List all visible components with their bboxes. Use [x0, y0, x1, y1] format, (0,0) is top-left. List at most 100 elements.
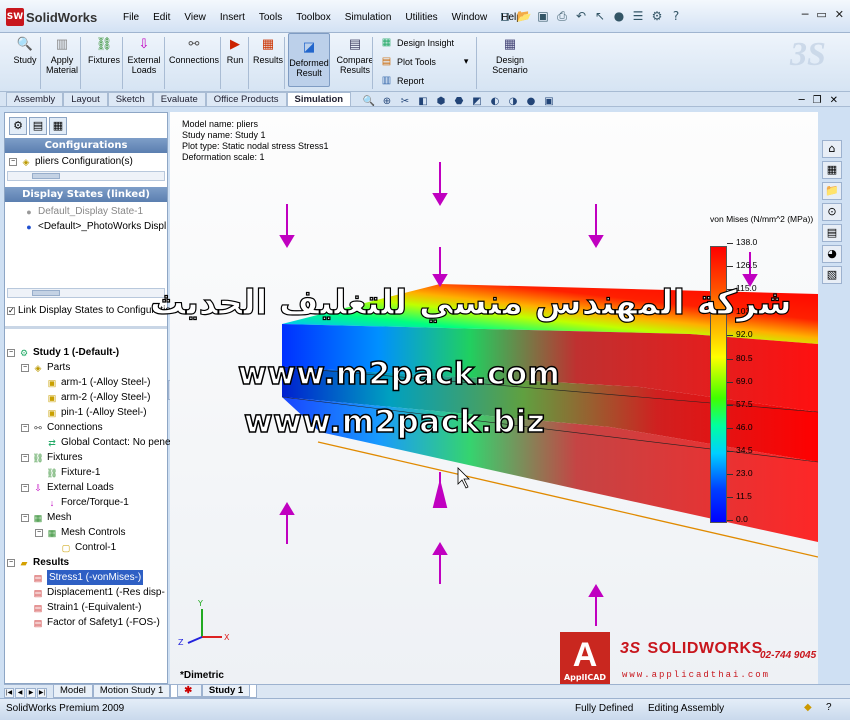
edit-appearance-icon[interactable]: ◐ — [488, 95, 502, 109]
feature-tree-tab-icon[interactable]: ⚙ — [9, 117, 27, 135]
tree-item[interactable]: ▤ Factor of Safety1 (-FOS-) — [7, 615, 173, 630]
tab-assembly[interactable]: Assembly — [6, 92, 64, 106]
tree-item[interactable]: − ⇩ External Loads — [7, 480, 173, 495]
gear-icon[interactable]: ⚙ — [649, 8, 665, 24]
view-palette-icon[interactable]: ▤ — [822, 224, 842, 242]
tab-motion-study[interactable]: Motion Study 1 — [92, 685, 171, 698]
tree-item[interactable]: − ⚙ Study 1 (-Default-) — [7, 345, 173, 360]
scene-icon[interactable]: ◑ — [506, 95, 520, 109]
tree-item[interactable]: ⛓ Fixture-1 — [7, 465, 173, 480]
design-insight-button[interactable]: ▦ Design Insight — [380, 36, 454, 49]
display-state-item[interactable]: ● Default_Display State-1 — [23, 204, 166, 219]
view-orientation-icon[interactable]: ◧ — [416, 95, 430, 109]
tree-item[interactable]: − ⛓ Fixtures — [7, 450, 173, 465]
run-button[interactable]: ▶ Run — [224, 35, 246, 65]
tree-item[interactable]: ▤ Stress1 (-vonMises-) — [7, 570, 173, 585]
expand-toggle[interactable]: − — [21, 453, 29, 462]
results-button[interactable]: ▦ Results — [252, 35, 284, 65]
report-button[interactable]: ▥ Report — [380, 74, 424, 87]
design-scenario-button[interactable]: ▦ Design Scenario — [490, 35, 530, 75]
external-loads-button[interactable]: ⇩ External Loads — [126, 35, 162, 75]
configuration-tab-icon[interactable]: ▦ — [49, 117, 67, 135]
menu-item-edit[interactable]: Edit — [146, 12, 177, 23]
help-icon[interactable]: ? — [668, 8, 684, 24]
search-icon[interactable]: ⊙ — [822, 203, 842, 221]
display-style-icon[interactable]: ⬢ — [434, 95, 448, 109]
tab-model[interactable]: Model — [53, 685, 93, 698]
menu-item-window[interactable]: Window — [445, 12, 495, 23]
maximize-icon[interactable]: ▭ — [816, 8, 826, 21]
config-scrollbar[interactable] — [7, 171, 165, 181]
open-icon[interactable]: 📂 — [516, 8, 532, 24]
undo-icon[interactable]: ↶ — [573, 8, 589, 24]
tree-item[interactable]: ⇄ Global Contact: No penet — [7, 435, 173, 450]
connections-button[interactable]: ⚯ Connections — [168, 35, 220, 65]
fixtures-button[interactable]: ⛓ Fixtures — [86, 35, 122, 65]
shaded-icon[interactable]: ⬣ — [452, 95, 466, 109]
expand-toggle[interactable]: − — [21, 423, 29, 432]
study-button[interactable]: 🔍 Study — [12, 35, 38, 65]
first-tab-icon[interactable]: |◀ — [4, 688, 14, 698]
doc-close-icon[interactable]: ✕ — [830, 95, 838, 106]
tree-item[interactable]: ▣ arm-2 (-Alloy Steel-) — [7, 390, 173, 405]
menu-item-tools[interactable]: Tools — [252, 12, 289, 23]
panel-splitter[interactable] — [5, 326, 167, 329]
file-explorer-icon[interactable]: 📁 — [822, 182, 842, 200]
rebuild-indicator-icon[interactable]: ◆ — [804, 702, 812, 713]
tree-item[interactable]: ▤ Strain1 (-Equivalent-) — [7, 600, 173, 615]
tree-item[interactable]: − ◈ Parts — [7, 360, 173, 375]
tree-item[interactable]: − ▦ Mesh Controls — [7, 525, 173, 540]
close-icon[interactable]: ✕ — [835, 8, 844, 21]
tab-layout[interactable]: Layout — [63, 92, 108, 106]
tab-sketch[interactable]: Sketch — [107, 92, 153, 106]
menu-item-toolbox[interactable]: Toolbox — [289, 12, 337, 23]
menu-item-view[interactable]: View — [177, 12, 213, 23]
menu-item-simulation[interactable]: Simulation — [338, 12, 399, 23]
rebuild-icon[interactable]: ● — [611, 8, 627, 24]
expand-toggle[interactable]: − — [21, 363, 29, 372]
tree-item[interactable]: ▣ pin-1 (-Alloy Steel-) — [7, 405, 173, 420]
save-icon[interactable]: ▣ — [535, 8, 551, 24]
tab-office-products[interactable]: Office Products — [205, 92, 287, 106]
next-tab-icon[interactable]: ▶ — [26, 688, 36, 698]
home-icon[interactable]: ⌂ — [822, 140, 842, 158]
display-states-scrollbar[interactable] — [7, 288, 165, 298]
tab-study[interactable]: ✱ Study 1 — [170, 685, 258, 698]
config-item[interactable]: − ◈ pliers Configuration(s) — [9, 154, 133, 169]
solidworks-logo[interactable]: SW SolidWorks — [6, 8, 97, 26]
expand-toggle[interactable]: − — [7, 348, 15, 357]
select-icon[interactable]: ↖ — [592, 8, 608, 24]
tree-item[interactable]: − ▰ Results — [7, 555, 173, 570]
help-status-icon[interactable]: ? — [826, 702, 832, 713]
tree-item[interactable]: ▤ Displacement1 (-Res disp- — [7, 585, 173, 600]
minimize-icon[interactable]: ─ — [802, 8, 809, 21]
tab-evaluate[interactable]: Evaluate — [152, 92, 206, 106]
menu-item-insert[interactable]: Insert — [213, 12, 252, 23]
prev-tab-icon[interactable]: ◀ — [15, 688, 25, 698]
tree-item[interactable]: ↓ Force/Torque-1 — [7, 495, 173, 510]
doc-minimize-icon[interactable]: ─ — [799, 95, 805, 106]
doc-restore-icon[interactable]: ❐ — [813, 95, 822, 106]
options-icon[interactable]: ☰ — [630, 8, 646, 24]
expand-toggle[interactable]: − — [21, 513, 29, 522]
expand-toggle[interactable]: − — [35, 528, 43, 537]
view-settings-icon[interactable]: ▣ — [542, 95, 556, 109]
last-tab-icon[interactable]: ▶| — [37, 688, 47, 698]
tree-item[interactable]: ▣ arm-1 (-Alloy Steel-) — [7, 375, 173, 390]
expand-toggle[interactable]: − — [21, 483, 29, 492]
appearances-icon[interactable]: ◕ — [822, 245, 842, 263]
apply-material-button[interactable]: ▥ Apply Material — [46, 35, 78, 75]
new-doc-icon[interactable]: ◻ — [497, 8, 513, 24]
section-view-icon[interactable]: ✂ — [398, 95, 412, 109]
realview-icon[interactable]: ● — [524, 95, 538, 109]
menu-item-file[interactable]: File — [116, 12, 146, 23]
link-checkbox[interactable]: ✓ — [7, 306, 15, 315]
tree-item[interactable]: ▢ Control-1 — [7, 540, 173, 555]
menu-item-utilities[interactable]: Utilities — [398, 12, 444, 23]
compare-results-button[interactable]: ▤ Compare Results — [336, 35, 374, 75]
display-state-item[interactable]: ● <Default>_PhotoWorks Displ — [23, 219, 166, 234]
print-icon[interactable]: ⎙ — [554, 8, 570, 24]
zoom-fit-icon[interactable]: 🔍 — [362, 95, 376, 109]
tree-item[interactable]: − ⚯ Connections — [7, 420, 173, 435]
tab-simulation[interactable]: Simulation — [286, 92, 352, 106]
